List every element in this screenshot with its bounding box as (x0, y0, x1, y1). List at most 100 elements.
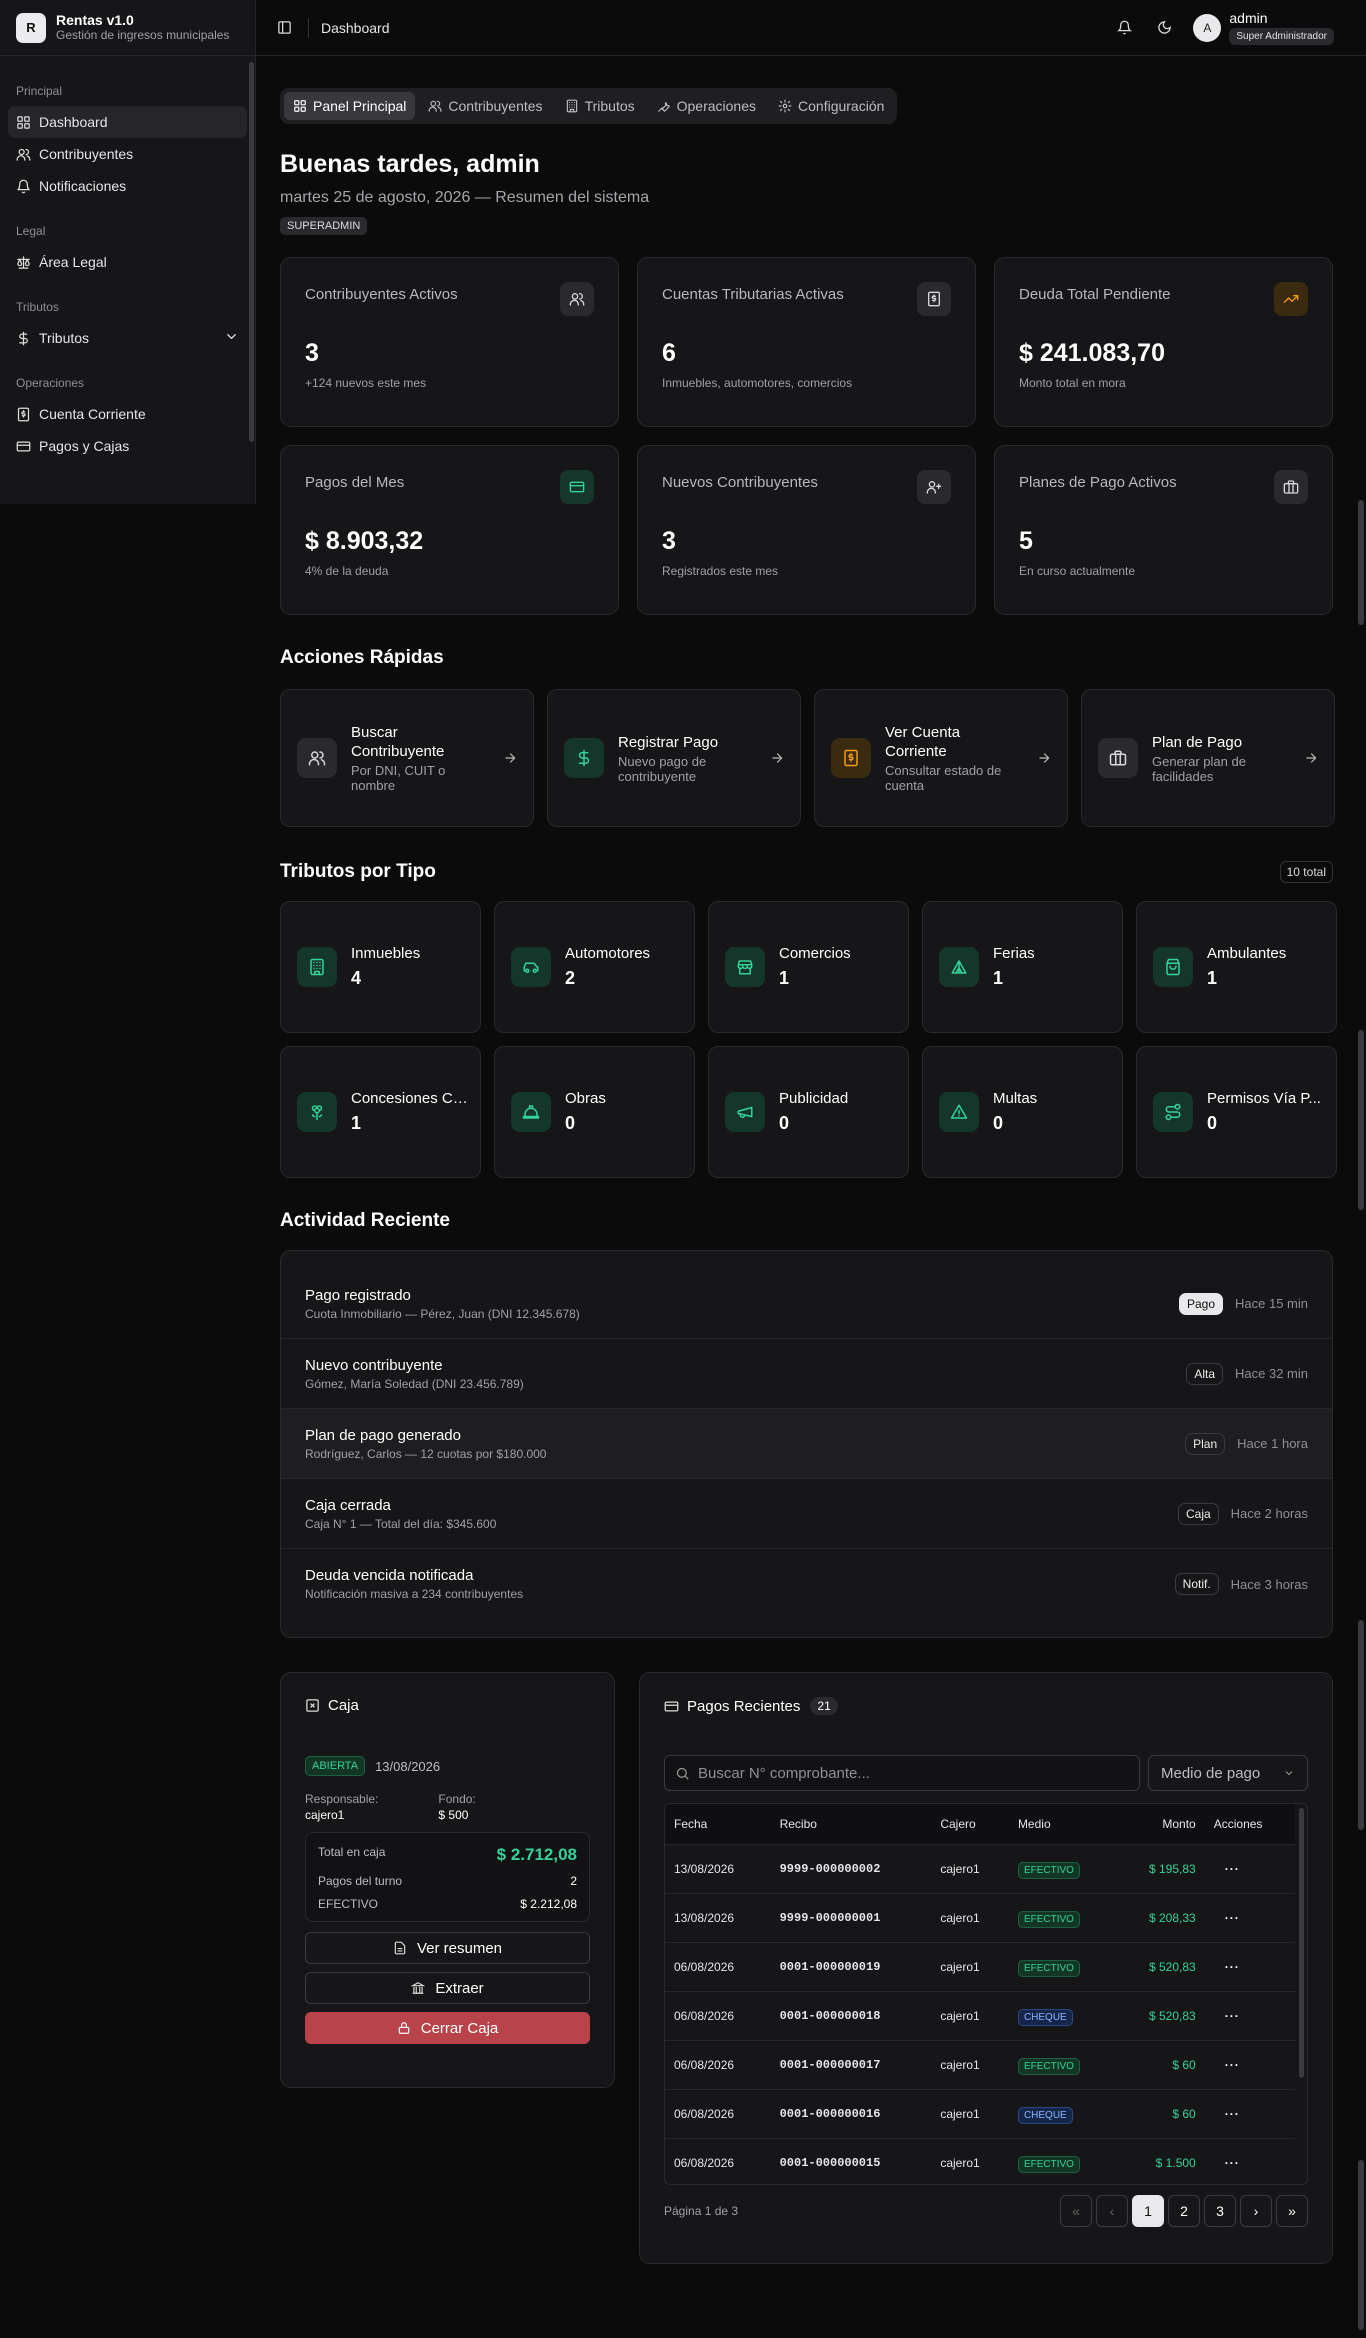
column-header[interactable]: Medio (1008, 1804, 1118, 1844)
tab-contribuyentes[interactable]: Contribuyentes (419, 92, 551, 120)
tributo-card[interactable]: Multas 0 (922, 1046, 1123, 1178)
card-icon (16, 441, 31, 451)
medio-pago-select[interactable]: Medio de pago (1148, 1755, 1308, 1791)
quick-action-card[interactable]: Ver Cuenta Corriente Consultar estado de … (814, 689, 1068, 827)
page-button[interactable]: 3 (1204, 2195, 1236, 2227)
tributo-card[interactable]: Ferias 1 (922, 901, 1123, 1033)
column-header[interactable]: Cajero (931, 1804, 1009, 1844)
column-header[interactable]: Acciones (1204, 1804, 1295, 1844)
page-button[interactable]: ‹ (1096, 2195, 1128, 2227)
tributo-card[interactable]: Inmuebles 4 (280, 901, 481, 1033)
sidebar-item-dashboard[interactable]: Dashboard (8, 106, 247, 138)
tributo-card[interactable]: Ambulantes 1 (1136, 901, 1337, 1033)
more-actions-icon[interactable]: ··· (1225, 2107, 1240, 2121)
more-actions-icon[interactable]: ··· (1225, 2058, 1240, 2072)
column-header[interactable]: Recibo (770, 1804, 932, 1844)
cerrar-caja-button[interactable]: Cerrar Caja (305, 2012, 590, 2044)
tab-configuraci-n[interactable]: Configuración (769, 92, 893, 120)
tributo-card[interactable]: Obras 0 (494, 1046, 695, 1178)
table-row[interactable]: 06/08/2026 0001-000000019 cajero1 EFECTI… (665, 1941, 1295, 1991)
tributo-icon-box (939, 947, 979, 987)
page-button[interactable]: « (1060, 2195, 1092, 2227)
stat-card: Cuentas Tributarias Activas 6 Inmuebles,… (637, 257, 976, 427)
activity-title: Pago registrado (305, 1286, 411, 1304)
activity-item[interactable]: Caja cerrada Caja N° 1 — Total del día: $… (281, 1479, 1332, 1549)
theme-toggle-button[interactable] (1153, 17, 1175, 39)
tab-tributos[interactable]: Tributos (556, 92, 644, 120)
page-scrollbar-track-segment-2[interactable] (1358, 1620, 1364, 1830)
activity-item[interactable]: Pago registrado Cuota Inmobiliario — Pére… (281, 1269, 1332, 1339)
more-actions-icon[interactable]: ··· (1225, 2009, 1240, 2023)
tributo-name: Obras (565, 1090, 606, 1107)
brand[interactable]: R Rentas v1.0 Gestión de ingresos munici… (0, 0, 255, 56)
efectivo-label: EFECTIVO (318, 1897, 379, 1911)
cell-medio: CHEQUE (1008, 2088, 1118, 2138)
sidebar-scrollbar[interactable] (249, 62, 254, 442)
table-row[interactable]: 06/08/2026 0001-000000016 cajero1 CHEQUE… (665, 2088, 1295, 2138)
more-actions-icon[interactable]: ··· (1225, 1862, 1240, 1876)
ver-resumen-button[interactable]: Ver resumen (305, 1932, 590, 1964)
tributo-card[interactable]: Permisos Vía P... 0 (1136, 1046, 1337, 1178)
page-button[interactable]: 1 (1132, 2195, 1164, 2227)
tent-icon (951, 960, 967, 974)
page-scrollbar-thumb[interactable] (1358, 500, 1364, 625)
tributo-count: 1 (993, 968, 1004, 988)
tab-operaciones[interactable]: Operaciones (648, 92, 765, 120)
extraer-button[interactable]: Extraer (305, 1972, 590, 2004)
sidebar-item-pagos-y-cajas[interactable]: Pagos y Cajas (8, 430, 247, 462)
table-scrollbar[interactable] (1299, 1808, 1304, 2078)
quick-action-icon-box (1098, 738, 1138, 778)
tributo-card[interactable]: Comercios 1 (708, 901, 909, 1033)
sidebar-item-contribuyentes[interactable]: Contribuyentes (8, 138, 247, 170)
page-scrollbar-track-segment-3[interactable] (1358, 2160, 1364, 2330)
table-row[interactable]: 06/08/2026 0001-000000017 cajero1 EFECTI… (665, 2039, 1295, 2089)
nav-group-label: Operaciones (16, 376, 85, 390)
user-menu[interactable]: A admin Super Administrador (1193, 10, 1334, 45)
notifications-button[interactable] (1113, 17, 1135, 39)
tributo-card[interactable]: Automotores 2 (494, 901, 695, 1033)
tab-panel-principal[interactable]: Panel Principal (284, 92, 416, 120)
tributo-count: 0 (1207, 1113, 1218, 1133)
page-button[interactable]: › (1240, 2195, 1272, 2227)
flower-icon (311, 1105, 323, 1121)
tributo-name: Multas (993, 1090, 1038, 1107)
activity-list: Pago registrado Cuota Inmobiliario — Pére… (280, 1250, 1333, 1638)
tributo-card[interactable]: Publicidad 0 (708, 1046, 909, 1178)
sidebar-item-tributos[interactable]: Tributos (8, 322, 247, 354)
activity-title: Nuevo contribuyente (305, 1356, 443, 1374)
app-logo: R (16, 12, 46, 43)
quick-actions-grid: Buscar Contribuyente Por DNI, CUIT o nomb… (280, 689, 1335, 827)
column-header[interactable]: Monto (1117, 1804, 1205, 1844)
page-button[interactable]: » (1276, 2195, 1308, 2227)
table-row[interactable]: 13/08/2026 9999-000000002 cajero1 EFECTI… (665, 1843, 1295, 1893)
sidebar-item-notificaciones[interactable]: Notificaciones (8, 170, 247, 202)
activity-time: Hace 2 horas (1230, 1506, 1308, 1521)
more-actions-icon[interactable]: ··· (1225, 1911, 1240, 1925)
page-scrollbar-track-segment[interactable] (1358, 1030, 1364, 1210)
sidebar-toggle-button[interactable] (270, 14, 298, 42)
column-header[interactable]: Fecha (665, 1804, 771, 1844)
more-actions-icon[interactable]: ··· (1225, 1960, 1240, 1974)
chevron-down-icon (227, 334, 236, 339)
activity-time: Hace 3 horas (1230, 1576, 1308, 1592)
activity-item[interactable]: Deuda vencida notificada Notificación mas… (281, 1549, 1332, 1619)
activity-item[interactable]: Plan de pago generado Rodríguez, Carlos —… (281, 1409, 1332, 1479)
table-row[interactable]: 13/08/2026 9999-000000001 cajero1 EFECTI… (665, 1892, 1295, 1942)
page-button[interactable]: 2 (1168, 2195, 1200, 2227)
sidebar-item--rea-legal[interactable]: Área Legal (8, 246, 247, 278)
table-row[interactable]: 06/08/2026 0001-000000015 cajero1 EFECTI… (665, 2137, 1295, 2184)
quick-action-card[interactable]: Buscar Contribuyente Por DNI, CUIT o nomb… (280, 689, 534, 827)
quick-action-subtitle: Generar plan de facilidades (1152, 753, 1246, 784)
tributo-icon-box (939, 1092, 979, 1132)
gear-icon (778, 99, 792, 113)
activity-item[interactable]: Nuevo contribuyente Gómez, María Soledad … (281, 1339, 1332, 1409)
tributo-count: 1 (351, 1113, 362, 1133)
tributo-card[interactable]: Concesiones Ce... 1 (280, 1046, 481, 1178)
sidebar-item-cuenta-corriente[interactable]: Cuenta Corriente (8, 398, 247, 430)
table-row[interactable]: 06/08/2026 0001-000000018 cajero1 CHEQUE… (665, 1990, 1295, 2040)
comprobante-search-input[interactable]: Buscar N° comprobante... (664, 1755, 1140, 1791)
quick-action-card[interactable]: Registrar Pago Nuevo pago de contribuyent… (547, 689, 801, 827)
pagos-turno-label: Pagos del turno (318, 1874, 403, 1888)
quick-action-card[interactable]: Plan de Pago Generar plan de facilidades (1081, 689, 1335, 827)
more-actions-icon[interactable]: ··· (1225, 2156, 1240, 2170)
